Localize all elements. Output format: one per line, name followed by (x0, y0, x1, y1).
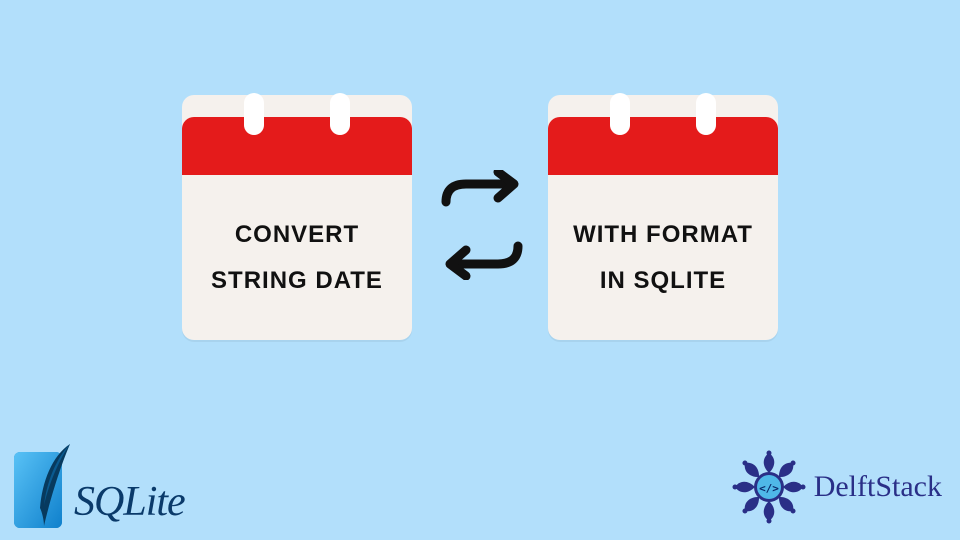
delftstack-logo: </> DelftStack (730, 448, 942, 526)
calendar-body: With Format In SQLite (548, 175, 778, 340)
calendar-body: Convert String Date (182, 175, 412, 340)
sqlite-logo: SQLite (12, 442, 185, 532)
swap-arrows-icon (432, 170, 532, 280)
text-line: In SQLite (600, 267, 726, 295)
calendar-header (548, 117, 778, 175)
calendar-ring (244, 93, 264, 135)
text-line: With Format (573, 221, 753, 249)
text-line: String Date (211, 267, 383, 295)
sqlite-icon (12, 442, 78, 532)
code-symbol: </> (759, 482, 779, 495)
calendar-header (182, 117, 412, 175)
calendar-ring (330, 93, 350, 135)
banner-stage: Convert String Date With Format In SQLit… (0, 0, 960, 540)
calendar-right: With Format In SQLite (548, 95, 778, 340)
delftstack-icon: </> (730, 448, 808, 526)
sqlite-label: SQLite (74, 478, 185, 532)
calendar-left: Convert String Date (182, 95, 412, 340)
text-line: Convert (235, 221, 359, 249)
calendar-ring (610, 93, 630, 135)
calendar-ring (696, 93, 716, 135)
delftstack-label: DelftStack (814, 470, 942, 504)
